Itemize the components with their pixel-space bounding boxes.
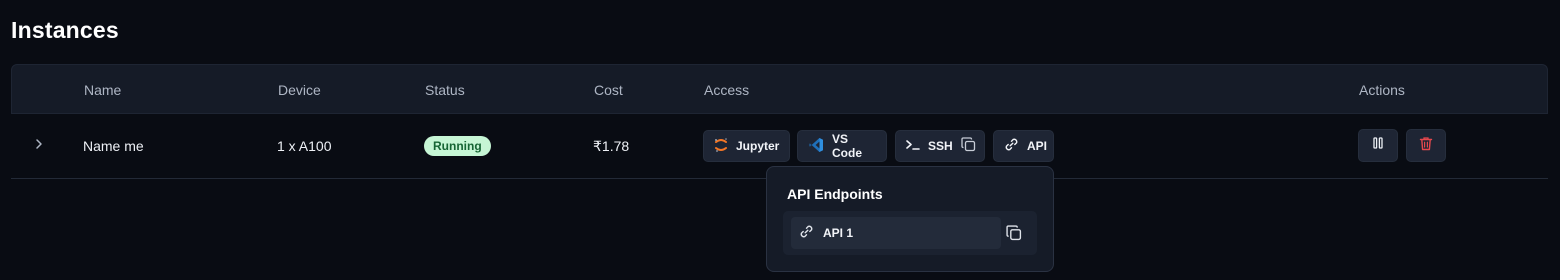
column-header-device: Device	[278, 82, 321, 98]
vscode-icon	[808, 137, 824, 156]
vscode-label: VS Code	[832, 132, 862, 160]
column-header-status: Status	[425, 82, 465, 98]
copy-icon[interactable]	[1006, 225, 1022, 241]
ssh-button[interactable]: SSH	[895, 130, 985, 162]
link-icon	[1004, 137, 1019, 155]
pause-button[interactable]	[1358, 129, 1398, 162]
delete-button[interactable]	[1406, 129, 1446, 162]
copy-icon[interactable]	[961, 137, 976, 155]
instance-device: 1 x A100	[277, 138, 332, 154]
api-endpoint-list: API 1	[783, 211, 1037, 255]
vscode-button[interactable]: VS Code	[797, 130, 887, 162]
instance-cost: ₹1.78	[593, 138, 630, 154]
chevron-right-icon[interactable]	[33, 137, 45, 151]
instances-table: Name Device Status Cost Access Actions N…	[11, 64, 1548, 180]
ssh-label: SSH	[928, 139, 953, 153]
page-title: Instances	[11, 17, 119, 43]
jupyter-icon	[714, 137, 728, 156]
jupyter-button[interactable]: Jupyter	[703, 130, 790, 162]
link-icon	[799, 224, 814, 242]
popover-title: API Endpoints	[787, 186, 883, 202]
jupyter-label: Jupyter	[736, 139, 780, 153]
status-badge: Running	[424, 136, 491, 156]
column-header-actions: Actions	[1359, 82, 1405, 98]
column-header-access: Access	[704, 82, 750, 98]
terminal-icon	[906, 139, 920, 154]
table-header: Name Device Status Cost Access Actions	[11, 64, 1548, 114]
column-header-cost: Cost	[594, 82, 623, 98]
trash-icon	[1419, 136, 1433, 156]
api-button[interactable]: API	[993, 130, 1054, 162]
api-label: API	[1027, 139, 1048, 153]
api-endpoint-label: API 1	[823, 226, 854, 240]
pause-icon	[1372, 136, 1384, 155]
api-endpoint-item[interactable]: API 1	[791, 217, 1001, 249]
instance-name: Name me	[83, 138, 144, 154]
column-header-name: Name	[84, 82, 122, 98]
api-endpoints-popover: API Endpoints API 1	[766, 166, 1054, 272]
